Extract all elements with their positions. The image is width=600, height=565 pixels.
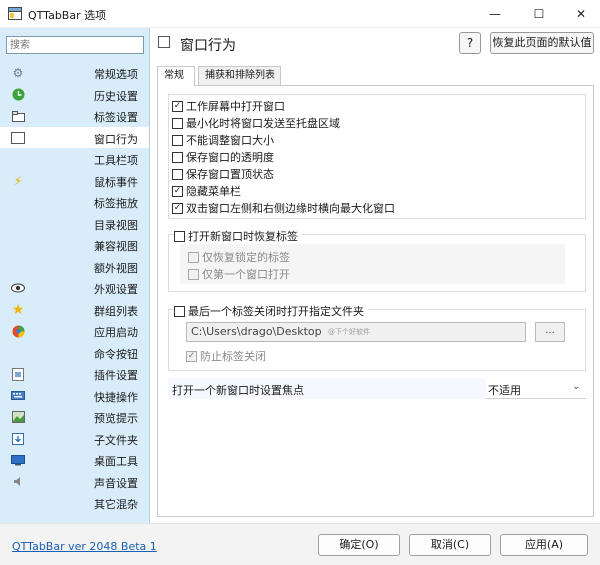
- window-icon: [10, 130, 26, 146]
- sidebar: ⚙ 常规选项 历史设置 标签设置 窗口行为 工具栏项 ⚡ 鼠标事件: [0, 28, 150, 523]
- app-launch-icon: [10, 323, 26, 339]
- gear-icon: ⚙: [12, 66, 24, 80]
- search-input[interactable]: [6, 36, 144, 54]
- plugin-icon: [10, 366, 26, 382]
- checkbox[interactable]: [172, 168, 183, 180]
- sidebar-item-command-buttons[interactable]: 命令按钮: [0, 342, 149, 364]
- sidebar-nav: ⚙ 常规选项 历史设置 标签设置 窗口行为 工具栏项 ⚡ 鼠标事件 标签拖放 目…: [0, 62, 149, 514]
- checkbox[interactable]: [188, 251, 199, 263]
- close-button[interactable]: ✕: [560, 0, 600, 28]
- sidebar-item-plugins[interactable]: 插件设置: [0, 363, 149, 385]
- option-restore-tabs[interactable]: 打开新窗口时恢复标签: [174, 228, 302, 244]
- eye-icon: [10, 280, 26, 296]
- footer: QTTabBar ver 2048 Beta 1 确定(O) 取消(C) 应用(…: [0, 523, 600, 565]
- ok-button[interactable]: 确定(O): [318, 534, 400, 556]
- sidebar-item-group-list[interactable]: ★ 群组列表: [0, 299, 149, 321]
- help-button[interactable]: ?: [459, 32, 481, 54]
- checkbox[interactable]: [172, 134, 183, 146]
- checkbox[interactable]: [174, 230, 185, 242]
- sidebar-item-directory-view[interactable]: 目录视图: [0, 213, 149, 235]
- maximize-button[interactable]: ☐: [518, 0, 560, 28]
- close-icon: ✕: [575, 7, 587, 21]
- sidebar-item-app-launch[interactable]: 应用启动: [0, 320, 149, 342]
- option-double-click-maximize[interactable]: ✓ 双击窗口左侧和右侧边缘时横向最大化窗口: [172, 200, 395, 216]
- option-save-topmost[interactable]: 保存窗口置顶状态: [172, 166, 274, 182]
- sidebar-item-general[interactable]: ⚙ 常规选项: [0, 62, 149, 84]
- sidebar-item-appearance[interactable]: 外观设置: [0, 277, 149, 299]
- option-hide-menubar[interactable]: ✓ 隐藏菜单栏: [172, 183, 241, 199]
- checkbox[interactable]: [172, 151, 183, 163]
- option-no-resize[interactable]: 不能调整窗口大小: [172, 132, 274, 148]
- tab-capture-exclude[interactable]: 捕获和排除列表: [198, 66, 281, 86]
- history-icon: [10, 87, 26, 103]
- checkbox[interactable]: [172, 117, 183, 129]
- apply-button[interactable]: 应用(A): [500, 534, 588, 556]
- checkbox[interactable]: [174, 305, 185, 317]
- desktop-icon: [10, 452, 26, 468]
- speaker-icon: [10, 474, 26, 490]
- sidebar-item-tabs[interactable]: 标签设置: [0, 105, 149, 127]
- qttabbar-app-icon: [8, 7, 22, 20]
- checkbox[interactable]: [188, 268, 199, 280]
- sidebar-item-compat-view[interactable]: 兼容视图: [0, 234, 149, 256]
- checkbox[interactable]: ✓: [172, 185, 183, 197]
- option-first-window-only[interactable]: 仅第一个窗口打开: [188, 266, 290, 282]
- option-prevent-tab-close[interactable]: ✓ 防止标签关闭: [186, 348, 266, 364]
- sidebar-item-preview-tips[interactable]: 预览提示: [0, 406, 149, 428]
- browse-button[interactable]: ...: [535, 322, 565, 342]
- star-icon: ★: [11, 301, 25, 318]
- page-icon: [158, 36, 170, 48]
- tabs-icon: [10, 108, 26, 124]
- reset-defaults-button[interactable]: 恢复此页面的默认值: [490, 32, 594, 54]
- option-save-transparency[interactable]: 保存窗口的透明度: [172, 149, 274, 165]
- chevron-down-icon: ⌄: [572, 381, 581, 392]
- checkbox[interactable]: ✓: [186, 350, 197, 362]
- watermark-text: @下个好软件: [328, 328, 370, 336]
- page-title: 窗口行为: [180, 38, 236, 54]
- sidebar-item-tab-drag[interactable]: 标签拖放: [0, 191, 149, 213]
- lightning-icon: ⚡: [13, 173, 23, 188]
- keyboard-icon: [10, 388, 26, 404]
- checkbox[interactable]: ✓: [172, 202, 183, 214]
- version-link[interactable]: QTTabBar ver 2048 Beta 1: [12, 540, 157, 553]
- focus-label: 打开一个新窗口时设置焦点: [172, 384, 304, 397]
- sidebar-item-window-behavior[interactable]: 窗口行为: [0, 126, 149, 148]
- subfolder-icon: [10, 431, 26, 447]
- sidebar-item-sound[interactable]: 声音设置: [0, 471, 149, 493]
- sidebar-item-history[interactable]: 历史设置: [0, 84, 149, 106]
- sidebar-item-misc[interactable]: 其它混杂: [0, 492, 149, 514]
- focus-dropdown[interactable]: 不适用 ⌄: [486, 378, 586, 399]
- minimize-icon: —: [489, 7, 501, 21]
- sidebar-item-desktop-tools[interactable]: 桌面工具: [0, 449, 149, 471]
- preview-icon: [10, 409, 26, 425]
- focus-setting-row: 打开一个新窗口时设置焦点 不适用 ⌄: [168, 378, 586, 399]
- cancel-button[interactable]: 取消(C): [409, 534, 491, 556]
- main-panel: 窗口行为 ? 恢复此页面的默认值 常规 捕获和排除列表 ✓ 工作屏幕中打开窗口 …: [150, 28, 600, 523]
- sidebar-item-subfolder[interactable]: 子文件夹: [0, 428, 149, 450]
- option-open-on-work-screen[interactable]: ✓ 工作屏幕中打开窗口: [172, 98, 285, 114]
- minimize-button[interactable]: —: [474, 0, 516, 28]
- window-title: QTTabBar 选项: [28, 9, 107, 22]
- option-restore-locked-only[interactable]: 仅恢复锁定的标签: [188, 249, 290, 265]
- focus-value: 不适用: [488, 384, 521, 397]
- title-bar: QTTabBar 选项 — ☐ ✕: [0, 0, 600, 28]
- option-open-folder-on-last-tab[interactable]: 最后一个标签关闭时打开指定文件夹: [174, 303, 368, 319]
- tab-general[interactable]: 常规: [157, 66, 195, 87]
- maximize-icon: ☐: [533, 7, 545, 21]
- tab-panel-general: ✓ 工作屏幕中打开窗口 最小化时将窗口发送至托盘区域 不能调整窗口大小 保存窗口…: [157, 85, 594, 517]
- sidebar-item-shortcuts[interactable]: 快捷操作: [0, 385, 149, 407]
- sidebar-item-extra-view[interactable]: 额外视图: [0, 256, 149, 278]
- sidebar-item-toolbar[interactable]: 工具栏项: [0, 148, 149, 170]
- checkbox[interactable]: ✓: [172, 100, 183, 112]
- option-minimize-to-tray[interactable]: 最小化时将窗口发送至托盘区域: [172, 115, 340, 131]
- sidebar-item-mouse-events[interactable]: ⚡ 鼠标事件: [0, 170, 149, 192]
